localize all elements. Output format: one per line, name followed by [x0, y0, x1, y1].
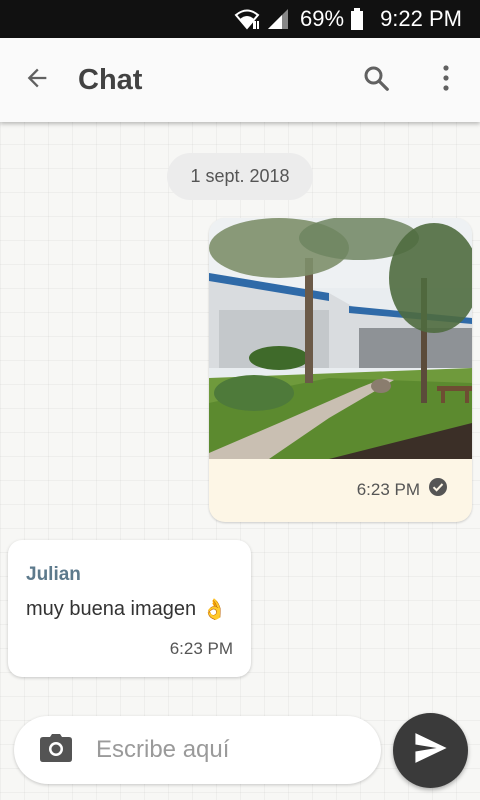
message-input[interactable]: [94, 735, 358, 765]
outgoing-message-meta: 6:23 PM: [357, 477, 448, 502]
app-bar: Chat: [0, 38, 480, 122]
ok-hand-emoji: 👌: [202, 599, 228, 621]
wifi-icon: [234, 8, 260, 30]
camera-icon: [40, 733, 72, 767]
message-photo[interactable]: [209, 218, 472, 459]
date-chip: 1 sept. 2018: [167, 153, 313, 200]
incoming-message-time: 6:23 PM: [169, 639, 233, 658]
signal-icon: [266, 8, 290, 30]
sender-name: Julian: [26, 564, 81, 585]
message-composer: [14, 716, 381, 784]
back-arrow-icon: [23, 64, 51, 97]
send-button[interactable]: [393, 713, 468, 788]
battery-icon: [350, 8, 364, 30]
status-time: 9:22 PM: [380, 6, 462, 31]
page-title: Chat: [78, 63, 143, 96]
back-button[interactable]: [12, 55, 62, 105]
message-text: muy buena imagen 👌: [26, 597, 227, 622]
outgoing-message-time: 6:23 PM: [356, 479, 420, 499]
battery-percent: 69%: [300, 6, 345, 31]
more-options-button[interactable]: [422, 56, 470, 104]
camera-button[interactable]: [36, 730, 76, 770]
more-vert-icon: [441, 64, 451, 97]
search-button[interactable]: [352, 56, 400, 104]
search-icon: [361, 63, 391, 98]
delivered-check-icon: [428, 477, 448, 502]
status-bar: 69% 9:22 PM: [0, 0, 480, 38]
outgoing-image-message[interactable]: 6:23 PM: [209, 218, 472, 522]
message-body: muy buena imagen: [26, 598, 197, 620]
send-icon: [414, 733, 448, 768]
incoming-message[interactable]: Julian muy buena imagen 👌 6:23 PM: [8, 540, 251, 677]
